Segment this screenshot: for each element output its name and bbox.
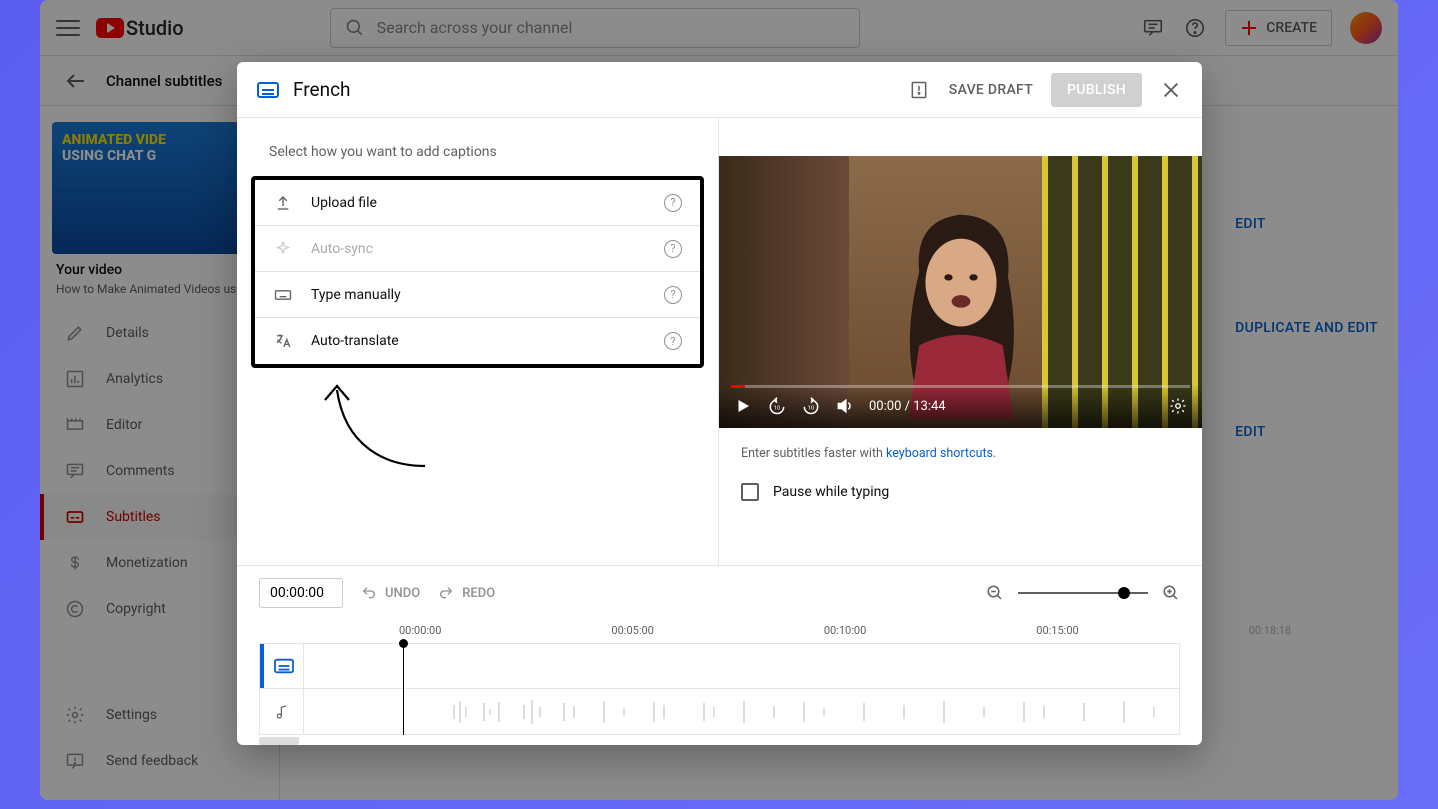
search-placeholder: Search across your channel [377, 18, 573, 37]
close-icon[interactable] [1160, 79, 1182, 101]
sparkle-icon [273, 239, 293, 259]
forward-10-icon[interactable]: 10 [801, 396, 821, 416]
edit-link-2[interactable]: EDIT [1235, 424, 1378, 440]
gear-icon [64, 704, 86, 726]
captions-track[interactable] [259, 643, 1180, 689]
help-icon[interactable]: ? [664, 194, 682, 212]
dollar-icon [64, 552, 86, 574]
search-input[interactable]: Search across your channel [330, 8, 860, 48]
caption-options-panel: Select how you want to add captions Uplo… [237, 118, 719, 565]
your-video-label: Your video [56, 262, 263, 278]
zoom-out-icon[interactable] [986, 584, 1004, 602]
pause-while-typing-checkbox[interactable] [741, 483, 759, 501]
option-upload-file[interactable]: Upload file ? [255, 180, 700, 226]
redo-button[interactable]: REDO [438, 585, 495, 601]
help-icon[interactable]: ? [664, 286, 682, 304]
translate-icon [273, 331, 293, 351]
settings-gear-icon[interactable] [1168, 396, 1188, 416]
music-note-icon [260, 689, 304, 734]
timeline-ruler: 00:00:00 00:05:00 00:10:00 00:15:00 00:1… [399, 624, 1180, 637]
save-draft-button[interactable]: SAVE DRAFT [949, 82, 1033, 98]
chat-icon[interactable] [1141, 16, 1165, 40]
option-type-manually[interactable]: Type manually ? [255, 272, 700, 318]
modal-language: French [293, 78, 351, 101]
play-icon[interactable] [733, 396, 753, 416]
avatar[interactable] [1350, 12, 1382, 44]
back-arrow-icon[interactable] [64, 69, 88, 93]
zoom-slider[interactable] [1018, 592, 1148, 594]
brand-text: Studio [126, 16, 184, 40]
keyboard-shortcuts-link[interactable]: keyboard shortcuts [886, 446, 993, 461]
comments-icon [64, 460, 86, 482]
zoom-in-icon[interactable] [1162, 584, 1180, 602]
volume-icon[interactable] [835, 396, 855, 416]
feedback-icon [64, 750, 86, 772]
create-label: CREATE [1266, 20, 1317, 36]
video-time: 00:00 / 13:44 [869, 399, 946, 414]
options-prompt: Select how you want to add captions [269, 144, 700, 160]
subtitles-icon [64, 506, 86, 528]
upload-icon [273, 193, 293, 213]
youtube-play-icon [96, 18, 124, 38]
video-preview[interactable]: 10 10 00:00 / 13:44 [719, 156, 1202, 428]
caption-options-list: Upload file ? Auto-sync ? Type manually … [251, 176, 704, 368]
modal-header: French SAVE DRAFT PUBLISH [237, 62, 1202, 118]
analytics-icon [64, 368, 86, 390]
timeline-time-input[interactable] [259, 578, 343, 608]
option-auto-translate[interactable]: Auto-translate ? [255, 318, 700, 364]
help-icon[interactable] [1183, 16, 1207, 40]
keyboard-hint: Enter subtitles faster with keyboard sho… [741, 446, 1202, 461]
captions-track-icon [260, 644, 304, 688]
svg-text:10: 10 [808, 405, 815, 411]
publish-button[interactable]: PUBLISH [1051, 73, 1142, 107]
audio-track[interactable] [259, 689, 1180, 735]
video-title: How to Make Animated Videos us [56, 282, 263, 296]
rewind-10-icon[interactable]: 10 [767, 396, 787, 416]
cc-icon [257, 82, 279, 98]
help-icon[interactable]: ? [664, 332, 682, 350]
pencil-icon [64, 322, 86, 344]
pause-label: Pause while typing [773, 484, 889, 500]
create-button[interactable]: CREATE [1225, 10, 1332, 46]
keyboard-icon [273, 285, 293, 305]
option-auto-sync: Auto-sync ? [255, 226, 700, 272]
captions-modal: French SAVE DRAFT PUBLISH Select how you… [237, 62, 1202, 745]
help-icon[interactable]: ? [664, 240, 682, 258]
page-title: Channel subtitles [106, 72, 222, 90]
svg-text:10: 10 [774, 405, 781, 411]
annotation-arrow-icon [315, 376, 435, 476]
editor-icon [64, 414, 86, 436]
duplicate-edit-link[interactable]: DUPLICATE AND EDIT [1235, 320, 1378, 336]
timeline-section: UNDO REDO 00:00:00 00:05:00 00:10:00 00:… [237, 565, 1202, 745]
video-thumbnail[interactable]: ANIMATED VIDE USING CHAT G 13 [52, 122, 267, 254]
video-preview-panel: 10 10 00:00 / 13:44 Enter subtitles fast… [719, 118, 1202, 565]
topbar: Studio Search across your channel CREATE [40, 0, 1398, 56]
menu-icon[interactable] [56, 16, 80, 40]
undo-button[interactable]: UNDO [361, 585, 420, 601]
timeline-scrollbar[interactable] [259, 737, 299, 745]
waveform [304, 697, 1179, 727]
studio-logo[interactable]: Studio [96, 16, 184, 40]
plus-icon [1240, 19, 1258, 37]
copyright-icon [64, 598, 86, 620]
search-icon [345, 18, 365, 38]
report-icon[interactable] [907, 78, 931, 102]
video-controls: 10 10 00:00 / 13:44 [719, 384, 1202, 428]
edit-link[interactable]: EDIT [1235, 216, 1378, 232]
